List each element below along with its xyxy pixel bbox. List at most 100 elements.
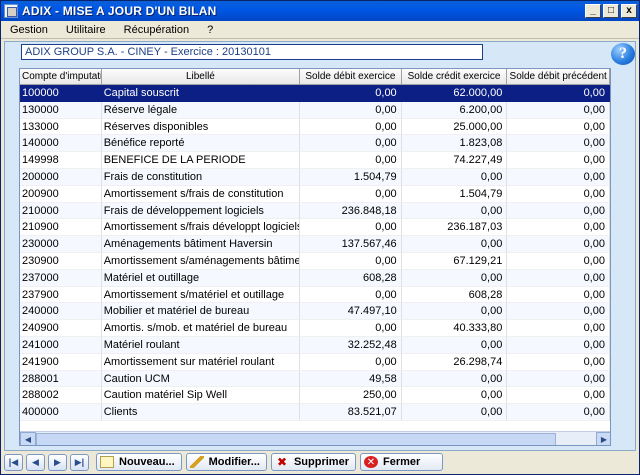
row-solde-debit: 608,28 [300,269,402,287]
close-form-button[interactable]: ✕ Fermer [359,453,444,471]
app-icon[interactable] [4,4,18,18]
row-solde-debit-precedent: 0,00 [507,252,610,270]
menu-gestion[interactable]: Gestion [1,24,57,36]
last-record-button[interactable]: ▶| [70,453,89,471]
row-solde-debit: 0,00 [300,185,402,203]
table-row[interactable]: 400000 Clients 83.521,07 0,00 0,00 [20,404,610,421]
close-button[interactable]: x [621,4,637,18]
table-row[interactable]: 288001 Caution UCM 49,58 0,00 0,00 [20,370,610,388]
row-compte: 133000 [20,118,102,136]
row-solde-debit: 0,00 [300,252,402,270]
row-solde-debit: 47.497,10 [300,303,402,321]
next-record-button[interactable]: ▶ [48,453,67,471]
row-solde-debit: 83.521,07 [300,404,402,421]
delete-button-label: Supprimer [293,456,349,468]
row-libelle: Amortissement s/matériel et outillage [101,286,301,304]
row-solde-debit: 137.567,46 [300,236,402,253]
row-libelle: Réserves disponibles [101,118,301,136]
menu-recuperation[interactable]: Récupération [115,24,198,36]
table-row[interactable]: 149998 BENEFICE DE LA PERIODE 0,00 74.227,4… [20,152,610,169]
scroll-left-arrow[interactable]: ◀ [20,432,36,445]
table-row[interactable]: 210000 Frais de développement logiciels 23… [20,202,610,220]
table-row[interactable]: 133000 Réserves disponibles 0,00 25.000,00 0… [20,118,610,136]
row-libelle: Matériel roulant [101,336,301,354]
first-record-button[interactable]: |◀ [4,453,23,471]
row-solde-debit: 0,00 [300,320,402,337]
table-row[interactable]: 230000 Aménagements bâtiment Haversin 137.… [20,236,610,253]
table-row[interactable]: 241000 Matériel roulant 32.252,48 0,00 0,00 [20,336,610,354]
row-solde-debit: 0,00 [300,135,402,153]
row-solde-credit: 74.227,49 [401,152,508,169]
row-solde-credit: 6.200,00 [401,101,508,119]
new-button-label: Nouveau... [119,456,175,468]
column-header-solde-debit-precedent[interactable]: Solde débit précédent [507,69,610,85]
row-solde-debit-precedent: 0,00 [507,152,610,169]
close-circle-icon: ✕ [363,456,378,468]
row-solde-debit: 49,58 [300,370,402,388]
horizontal-scrollbar[interactable]: ◀ ▶ [20,431,610,445]
row-compte: 240900 [20,320,102,337]
row-solde-credit: 62.000,00 [401,85,508,102]
table-row[interactable]: 210900 Amortissement s/frais développt lo… [20,219,610,237]
menu-utilitaire[interactable]: Utilitaire [57,24,115,36]
row-solde-credit: 0,00 [401,404,508,421]
scroll-right-arrow[interactable]: ▶ [596,432,610,445]
row-solde-debit-precedent: 0,00 [507,135,610,153]
row-compte: 241900 [20,353,102,371]
row-compte: 230000 [20,236,102,253]
row-solde-credit: 0,00 [401,370,508,388]
column-header-libelle[interactable]: Libellé [102,69,301,85]
row-solde-debit-precedent: 0,00 [507,353,610,371]
row-compte: 241000 [20,336,102,354]
row-compte: 149998 [20,152,102,169]
horizontal-scroll-thumb[interactable] [36,433,556,445]
previous-record-button[interactable]: ◀ [26,453,45,471]
table-row[interactable]: 200000 Frais de constitution 1.504,79 0,00 0… [20,168,610,186]
grid-header: Compte d'imputation Libellé Solde débit … [20,69,610,85]
minimize-button[interactable]: _ [585,4,601,18]
menu-bar: Gestion Utilitaire Récupération ? [1,21,639,39]
row-solde-credit: 1.823,08 [401,135,508,153]
menu-help[interactable]: ? [198,24,222,36]
row-solde-debit-precedent: 0,00 [507,370,610,388]
row-solde-credit: 608,28 [401,286,508,304]
row-solde-debit: 32.252,48 [300,336,402,354]
client-area: ADIX GROUP S.A. - CINEY - Exercice : 201… [4,41,636,451]
new-button[interactable]: Nouveau... [96,453,182,471]
column-header-solde-credit[interactable]: Solde crédit exercice [402,69,508,85]
row-libelle: Bénéfice reporté [101,135,301,153]
row-compte: 240000 [20,303,102,321]
row-compte: 288002 [20,387,102,405]
table-row[interactable]: 288002 Caution matériel Sip Well 250,00 0,0… [20,387,610,405]
table-row[interactable]: 237900 Amortissement s/matériel et outill… [20,286,610,304]
table-row[interactable]: 237000 Matériel et outillage 608,28 0,00 0,0… [20,269,610,287]
row-compte: 237900 [20,286,102,304]
maximize-button[interactable]: □ [603,4,619,18]
column-header-solde-debit[interactable]: Solde débit exercice [300,69,402,85]
table-row[interactable]: 130000 Réserve légale 0,00 6.200,00 0,00 [20,101,610,119]
company-info-field: ADIX GROUP S.A. - CINEY - Exercice : 201… [21,44,483,60]
row-solde-debit-precedent: 0,00 [507,118,610,136]
help-icon[interactable]: ? [611,43,635,65]
table-row[interactable]: 240000 Mobilier et matériel de bureau 47.4… [20,303,610,321]
row-solde-credit: 0,00 [401,168,508,186]
accounts-grid[interactable]: Compte d'imputation Libellé Solde débit … [19,68,611,446]
table-row[interactable]: 140000 Bénéfice reporté 0,00 1.823,08 0,00 [20,135,610,153]
delete-button[interactable]: ✖ Supprimer [270,453,356,471]
table-row[interactable]: 100000 Capital souscrit 0,00 62.000,00 0,00 [20,85,610,102]
edit-button[interactable]: Modifier... [185,453,267,471]
row-solde-debit: 0,00 [300,219,402,237]
table-row[interactable]: 200900 Amortissement s/frais de constitut… [20,185,610,203]
row-solde-debit-precedent: 0,00 [507,185,610,203]
table-row[interactable]: 240900 Amortis. s/mob. et matériel de bur… [20,320,610,337]
row-solde-credit: 25.000,00 [401,118,508,136]
window-title: ADIX - MISE A JOUR D'UN BILAN [22,4,217,18]
row-solde-debit-precedent: 0,00 [507,404,610,421]
row-libelle: Amortis. s/mob. et matériel de bureau [101,320,301,337]
table-row[interactable]: 230900 Amortissement s/aménagements bâtim… [20,252,610,270]
row-solde-debit-precedent: 0,00 [507,303,610,321]
row-solde-credit: 67.129,21 [401,252,508,270]
column-header-compte[interactable]: Compte d'imputation [20,69,102,85]
table-row[interactable]: 241900 Amortissement sur matériel roulant… [20,353,610,371]
row-compte: 210900 [20,219,102,237]
